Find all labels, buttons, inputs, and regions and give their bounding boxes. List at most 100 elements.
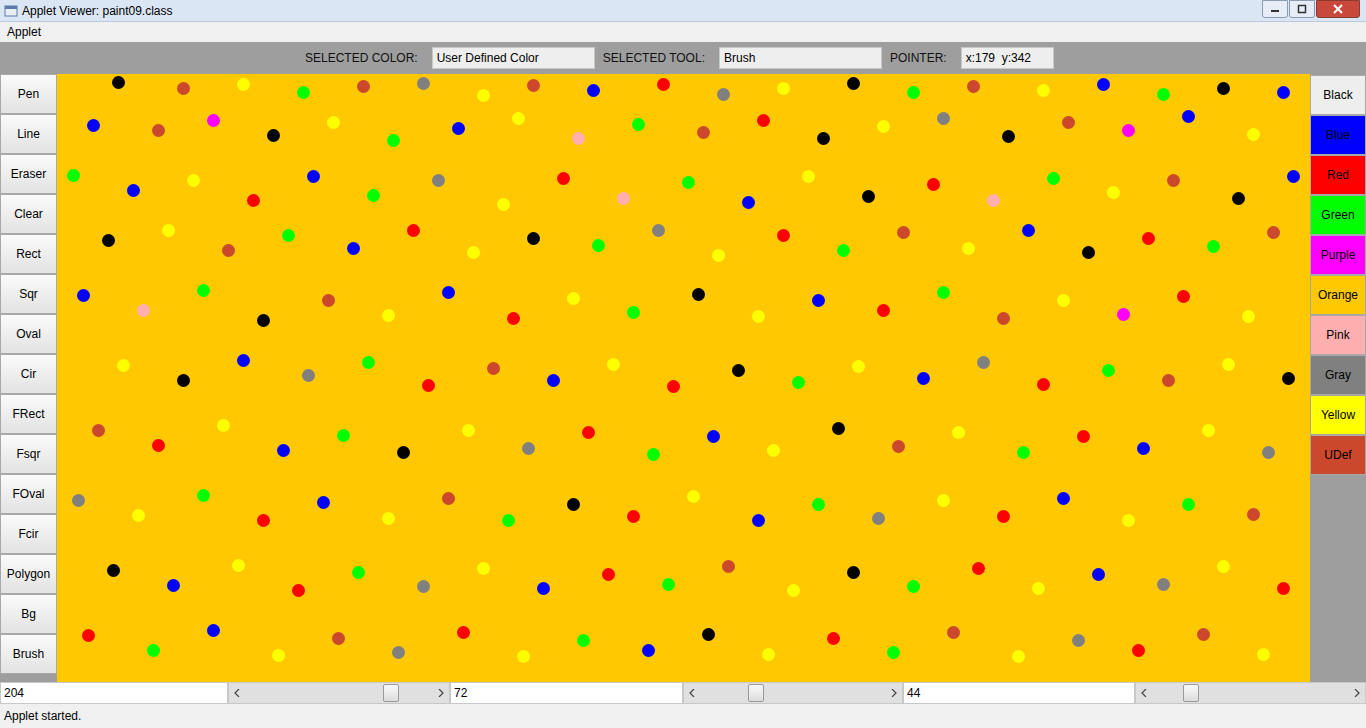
tool-button[interactable]: Rect xyxy=(0,234,57,274)
paint-dot xyxy=(1277,86,1290,99)
toolbar-group: SELECTED COLOR:User Defined Color xyxy=(305,47,595,69)
paint-dot xyxy=(1062,116,1075,129)
paint-dot xyxy=(422,379,435,392)
tool-button[interactable]: Line xyxy=(0,114,57,154)
paint-dot xyxy=(582,426,595,439)
paint-dot xyxy=(937,494,950,507)
drawing-canvas[interactable] xyxy=(57,74,1310,682)
tool-button[interactable]: Cir xyxy=(0,354,57,394)
paint-dot xyxy=(892,440,905,453)
color-button[interactable]: Purple xyxy=(1310,235,1366,275)
paint-dot xyxy=(177,82,190,95)
slider-value-field[interactable]: 72 xyxy=(450,682,683,704)
paint-dot xyxy=(962,242,975,255)
tool-button[interactable]: Clear xyxy=(0,194,57,234)
paint-dot xyxy=(1242,310,1255,323)
tool-button[interactable]: Fsqr xyxy=(0,434,57,474)
paint-dot xyxy=(1157,578,1170,591)
tool-button[interactable]: FRect xyxy=(0,394,57,434)
tool-button[interactable]: Pen xyxy=(0,74,57,114)
paint-dot xyxy=(917,372,930,385)
slider-group: 72 xyxy=(450,682,903,704)
paint-dot xyxy=(717,88,730,101)
paint-dot xyxy=(327,116,340,129)
slider-value-field[interactable]: 44 xyxy=(903,682,1135,704)
color-button[interactable]: Gray xyxy=(1310,355,1366,395)
paint-dot xyxy=(357,80,370,93)
tool-button[interactable]: Oval xyxy=(0,314,57,354)
scroll-thumb[interactable] xyxy=(383,684,399,702)
paint-dot xyxy=(457,626,470,639)
paint-dot xyxy=(367,189,380,202)
paint-dot xyxy=(847,566,860,579)
scroll-right-button[interactable] xyxy=(433,683,449,703)
scrollbar[interactable] xyxy=(683,682,903,704)
toolbar-group: POINTER:x:179 y:342 xyxy=(890,47,1054,69)
tool-button[interactable]: Sqr xyxy=(0,274,57,314)
scroll-right-button[interactable] xyxy=(1349,683,1365,703)
paint-dot xyxy=(607,358,620,371)
paint-dot xyxy=(387,134,400,147)
paint-dot xyxy=(1257,648,1270,661)
scroll-left-button[interactable] xyxy=(684,683,700,703)
scroll-left-button[interactable] xyxy=(1136,683,1152,703)
paint-dot xyxy=(827,632,840,645)
paint-dot xyxy=(347,242,360,255)
tool-button[interactable]: Bg xyxy=(0,594,57,634)
color-button[interactable]: Yellow xyxy=(1310,395,1366,435)
app-icon xyxy=(4,4,18,18)
tool-button[interactable]: FOval xyxy=(0,474,57,514)
color-button[interactable]: UDef xyxy=(1310,435,1366,475)
arrow-right-icon xyxy=(891,689,897,697)
color-button[interactable]: Red xyxy=(1310,155,1366,195)
color-button[interactable]: Green xyxy=(1310,195,1366,235)
tool-button[interactable]: Brush xyxy=(0,634,57,674)
minimize-button[interactable] xyxy=(1262,0,1288,18)
color-button[interactable]: Pink xyxy=(1310,315,1366,355)
paint-dot xyxy=(452,122,465,135)
paint-dot xyxy=(627,510,640,523)
paint-dot xyxy=(1142,232,1155,245)
paint-dot xyxy=(77,289,90,302)
paint-dot xyxy=(1057,492,1070,505)
paint-dot xyxy=(832,422,845,435)
paint-dot xyxy=(1022,224,1035,237)
menu-item[interactable]: Applet xyxy=(0,23,48,41)
paint-dot xyxy=(222,244,235,257)
color-button[interactable]: Blue xyxy=(1310,115,1366,155)
color-button[interactable]: Orange xyxy=(1310,275,1366,315)
paint-dot xyxy=(1077,430,1090,443)
paint-dot xyxy=(1217,560,1230,573)
paint-dot xyxy=(197,489,210,502)
tool-button[interactable]: Polygon xyxy=(0,554,57,594)
paint-dot xyxy=(602,568,615,581)
tool-button[interactable]: Fcir xyxy=(0,514,57,554)
maximize-button[interactable] xyxy=(1289,0,1315,18)
tool-button[interactable]: Eraser xyxy=(0,154,57,194)
paint-dot xyxy=(282,229,295,242)
scroll-left-button[interactable] xyxy=(229,683,245,703)
paint-dot xyxy=(527,79,540,92)
arrow-left-icon xyxy=(689,689,695,697)
scroll-right-button[interactable] xyxy=(886,683,902,703)
paint-dot xyxy=(757,114,770,127)
paint-dot xyxy=(652,224,665,237)
scrollbar[interactable] xyxy=(228,682,450,704)
paint-dot xyxy=(167,579,180,592)
slider-value-field[interactable]: 204 xyxy=(0,682,228,704)
scroll-thumb[interactable] xyxy=(1183,684,1199,702)
paint-dot xyxy=(907,86,920,99)
toolbar-label: SELECTED TOOL: xyxy=(603,49,705,67)
close-button[interactable] xyxy=(1316,0,1360,18)
slider-group: 44 xyxy=(903,682,1366,704)
paint-dot xyxy=(1222,358,1235,371)
paint-dot xyxy=(307,170,320,183)
paint-dot xyxy=(462,424,475,437)
paint-dot xyxy=(722,560,735,573)
paint-dot xyxy=(442,286,455,299)
paint-dot xyxy=(397,446,410,459)
scrollbar[interactable] xyxy=(1135,682,1366,704)
scroll-thumb[interactable] xyxy=(748,684,764,702)
paint-dot xyxy=(862,190,875,203)
color-button[interactable]: Black xyxy=(1310,75,1366,115)
